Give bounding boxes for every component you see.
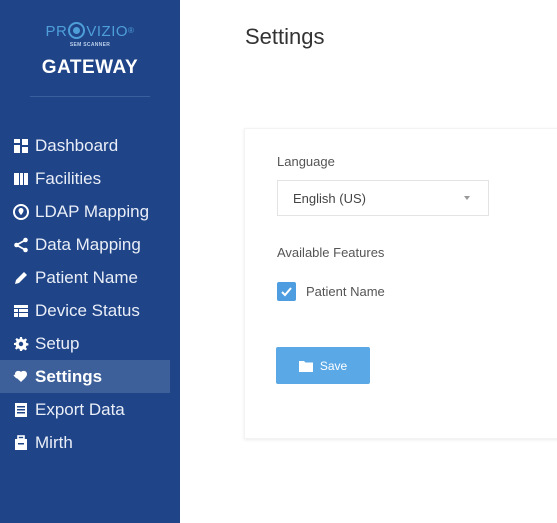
sidebar-item-label: Device Status <box>35 300 140 320</box>
brand-tagline: SEM SCANNER <box>69 42 111 48</box>
folder-icon <box>298 360 313 372</box>
logo: PR VIZIO® SEM SCANNER GATEWAY <box>0 22 180 79</box>
sidebar-nav: Dashboard Facilities LDAP Mapping Data M… <box>0 129 180 459</box>
sidebar-item-facilities[interactable]: Facilities <box>0 162 180 195</box>
sidebar-item-export-data[interactable]: Export Data <box>0 393 180 426</box>
sidebar-item-patient-name[interactable]: Patient Name <box>0 261 180 294</box>
brand-name-prefix: PR <box>45 23 68 40</box>
sidebar-item-label: LDAP Mapping <box>35 201 150 221</box>
book-columns-icon <box>12 170 30 188</box>
sidebar-item-label: Export Data <box>35 399 125 419</box>
sidebar: PR VIZIO® SEM SCANNER GATEWAY Dashboard F… <box>0 0 180 523</box>
language-label: Language <box>277 154 335 169</box>
patient-name-checkbox[interactable] <box>277 282 296 301</box>
gear-icon <box>12 335 30 353</box>
brand-name: PR VIZIO® <box>0 22 180 41</box>
dashboard-grid-icon <box>12 137 30 155</box>
patient-name-checkbox-label: Patient Name <box>306 284 385 299</box>
sidebar-item-label: Data Mapping <box>35 234 141 254</box>
sidebar-item-settings[interactable]: Settings <box>0 360 170 393</box>
table-icon <box>12 302 30 320</box>
language-select[interactable]: English (US) <box>277 180 489 216</box>
sidebar-item-label: Mirth <box>35 432 73 452</box>
product-name: GATEWAY <box>41 57 139 78</box>
sidebar-item-ldap-mapping[interactable]: LDAP Mapping <box>0 195 180 228</box>
save-button[interactable]: Save <box>276 347 370 384</box>
sidebar-divider <box>30 96 150 97</box>
map-pin-circle-icon <box>12 203 30 221</box>
page-title: Settings <box>245 24 325 49</box>
document-list-icon <box>12 401 30 419</box>
share-icon <box>12 236 30 254</box>
registered-mark: ® <box>128 26 135 35</box>
checkmark-icon <box>281 287 292 297</box>
save-button-label: Save <box>319 358 348 373</box>
sidebar-item-device-status[interactable]: Device Status <box>0 294 180 327</box>
sidebar-item-data-mapping[interactable]: Data Mapping <box>0 228 180 261</box>
sidebar-item-setup[interactable]: Setup <box>0 327 180 360</box>
logo-o-icon <box>68 22 86 39</box>
brand-name-suffix: VIZIO <box>86 23 129 40</box>
sidebar-item-label: Facilities <box>35 168 102 188</box>
sidebar-item-mirth[interactable]: Mirth <box>0 426 180 459</box>
available-features-label: Available Features <box>277 245 385 260</box>
sidebar-item-label: Setup <box>35 333 80 353</box>
sidebar-item-label: Patient Name <box>35 267 138 287</box>
pencil-icon <box>12 269 30 287</box>
sidebar-item-label: Dashboard <box>35 135 119 155</box>
sidebar-item-label: Settings <box>35 366 103 386</box>
language-select-value: English (US) <box>293 190 366 206</box>
tag-heart-icon <box>12 368 30 386</box>
chevron-down-icon <box>464 196 470 200</box>
briefcase-icon <box>12 434 30 452</box>
sidebar-item-dashboard[interactable]: Dashboard <box>0 129 180 162</box>
